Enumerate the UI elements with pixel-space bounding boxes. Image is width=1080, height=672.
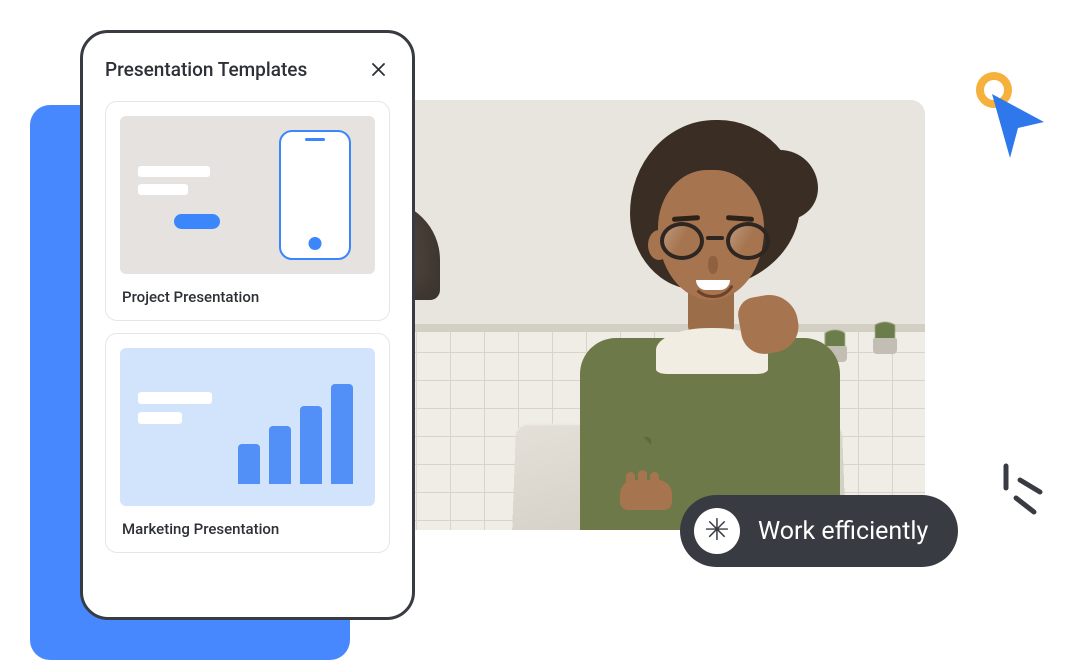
- template-thumbnail: [120, 348, 375, 506]
- template-card-project[interactable]: Project Presentation: [105, 101, 390, 321]
- template-label: Project Presentation: [120, 274, 375, 318]
- close-icon: [372, 63, 385, 76]
- templates-panel: Presentation Templates Project Presentat…: [80, 30, 415, 620]
- phone-icon: [279, 130, 351, 260]
- close-button[interactable]: [366, 57, 390, 81]
- template-card-marketing[interactable]: Marketing Presentation: [105, 333, 390, 553]
- work-efficiently-badge: ✳ Work efficiently: [680, 495, 958, 567]
- template-label: Marketing Presentation: [120, 506, 375, 550]
- template-thumbnail: [120, 116, 375, 274]
- panel-title: Presentation Templates: [105, 58, 307, 81]
- cursor-arrow-icon: [970, 72, 1050, 162]
- accent-lines-icon: [994, 462, 1054, 522]
- badge-text: Work efficiently: [758, 517, 928, 546]
- panel-header: Presentation Templates: [105, 57, 390, 81]
- asterisk-icon: ✳: [694, 508, 740, 554]
- bar-chart-icon: [238, 384, 353, 484]
